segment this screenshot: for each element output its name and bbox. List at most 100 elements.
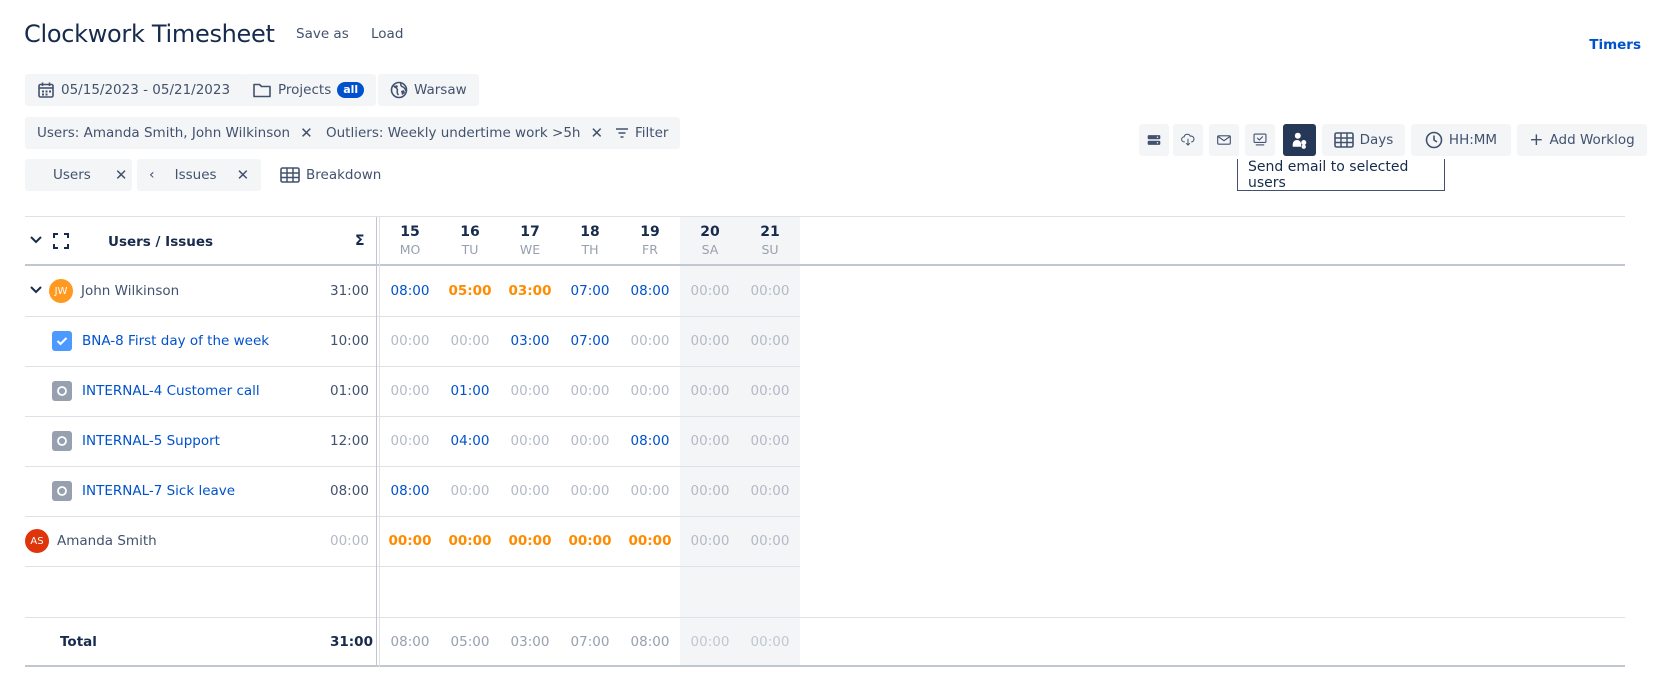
worklog-cell[interactable]: 00:00 (560, 366, 620, 416)
chevron-left-icon[interactable]: ‹ (149, 167, 155, 183)
close-icon[interactable]: ✕ (237, 167, 250, 183)
row-total: 01:00 (330, 383, 369, 399)
load-button[interactable]: Load (371, 26, 403, 42)
total-label: Total (60, 634, 97, 650)
worklog-cell[interactable]: 07:00 (560, 316, 620, 366)
worklog-cell[interactable]: 08:00 (620, 416, 680, 466)
worklog-cell[interactable]: 00:00 (620, 366, 680, 416)
date-range-picker[interactable]: 05/15/2023 - 05/21/2023 (25, 74, 243, 106)
chevron-down-icon[interactable] (29, 283, 43, 299)
worklog-cell[interactable]: 00:00 (560, 416, 620, 466)
worklog-cell[interactable]: 08:00 (380, 266, 440, 316)
close-icon[interactable]: ✕ (590, 125, 603, 141)
worklog-cell[interactable]: 00:00 (740, 366, 800, 416)
send-email-users-button[interactable] (1283, 124, 1316, 156)
worklog-cell[interactable]: 00:00 (380, 316, 440, 366)
worklog-cell[interactable]: 00:00 (500, 366, 560, 416)
worklog-cell[interactable]: 00:00 (380, 516, 440, 566)
add-worklog-button[interactable]: + Add Worklog (1517, 124, 1647, 156)
worklog-cell[interactable]: 00:00 (680, 416, 740, 466)
day-header-21: 21 SU (740, 217, 800, 257)
plus-icon: + (1529, 130, 1544, 150)
timers-link[interactable]: Timers (1589, 37, 1641, 53)
worklog-cell[interactable]: 00:00 (740, 466, 800, 516)
save-as-button[interactable]: Save as (296, 26, 349, 42)
worklog-cell[interactable]: 03:00 (500, 316, 560, 366)
issue-link[interactable]: BNA-8 First day of the week (82, 333, 269, 349)
worklog-cell[interactable]: 01:00 (440, 366, 500, 416)
worklog-cell[interactable]: 08:00 (620, 266, 680, 316)
group-issues-chip[interactable]: ‹ Issues ✕ (137, 159, 261, 191)
user-name[interactable]: Amanda Smith (57, 533, 157, 549)
time-format-button[interactable]: HH:MM (1411, 124, 1511, 156)
worklog-cell[interactable]: 00:00 (560, 466, 620, 516)
worklog-cell[interactable]: 00:00 (620, 516, 680, 566)
table-row: BNA-8 First day of the week 10:00 00:00 00:… (25, 316, 800, 366)
worklog-cell[interactable]: 00:00 (440, 466, 500, 516)
worklog-cell[interactable]: 00:00 (680, 266, 740, 316)
users-filter-chip[interactable]: Users: Amanda Smith, John Wilkinson ✕ (25, 117, 325, 149)
cloud-download-button[interactable] (1173, 124, 1203, 156)
users-icon (1292, 132, 1307, 149)
filter-icon (616, 128, 628, 138)
user-name[interactable]: John Wilkinson (81, 283, 179, 299)
row-total: 00:00 (330, 533, 369, 549)
group-users-chip[interactable]: Users ✕ (25, 159, 132, 191)
day-number: 20 (700, 224, 720, 240)
approval-button[interactable] (1245, 124, 1275, 156)
worklog-cell[interactable]: 00:00 (380, 416, 440, 466)
close-icon[interactable]: ✕ (115, 167, 128, 183)
server-icon-button[interactable] (1139, 124, 1169, 156)
worklog-cell[interactable]: 00:00 (500, 466, 560, 516)
avatar: JW (49, 279, 73, 303)
issue-link[interactable]: INTERNAL-4 Customer call (82, 383, 260, 399)
worklog-cell[interactable]: 00:00 (440, 316, 500, 366)
users-filter-label: Users: Amanda Smith, John Wilkinson (37, 125, 291, 141)
issue-link[interactable]: INTERNAL-7 Sick leave (82, 483, 235, 499)
worklog-cell[interactable]: 00:00 (440, 516, 500, 566)
worklog-cell[interactable]: 00:00 (740, 516, 800, 566)
worklog-cell[interactable]: 07:00 (560, 266, 620, 316)
projects-label: Projects (278, 82, 332, 98)
worklog-cell[interactable]: 08:00 (380, 466, 440, 516)
worklog-cell[interactable]: 04:00 (440, 416, 500, 466)
total-sum: 31:00 (330, 634, 373, 650)
chevron-down-icon[interactable] (29, 233, 43, 249)
breakdown-button[interactable]: Breakdown (268, 159, 393, 191)
worklog-cell[interactable]: 00:00 (740, 416, 800, 466)
circle-issue-icon (52, 431, 72, 451)
days-button[interactable]: Days (1322, 124, 1405, 156)
worklog-cell[interactable]: 00:00 (680, 516, 740, 566)
group-issues-label: Issues (174, 167, 217, 183)
worklog-cell[interactable]: 00:00 (620, 466, 680, 516)
worklog-cell[interactable]: 00:00 (500, 416, 560, 466)
worklog-cell[interactable]: 00:00 (560, 516, 620, 566)
worklog-cell[interactable]: 00:00 (680, 466, 740, 516)
worklog-cell[interactable]: 00:00 (380, 366, 440, 416)
worklog-cell[interactable]: 00:00 (740, 316, 800, 366)
worklog-cell[interactable]: 00:00 (740, 266, 800, 316)
worklog-cell[interactable]: 03:00 (500, 266, 560, 316)
worklog-cell[interactable]: 00:00 (680, 316, 740, 366)
worklog-cell[interactable]: 00:00 (620, 316, 680, 366)
timezone-button[interactable]: Warsaw (378, 74, 479, 106)
worklog-cell[interactable]: 00:00 (680, 366, 740, 416)
total-cell: 08:00 (390, 633, 430, 650)
projects-filter-button[interactable]: Projects all (240, 74, 377, 106)
close-icon[interactable]: ✕ (300, 125, 313, 141)
total-cell: 00:00 (690, 633, 730, 650)
issue-row-label: INTERNAL-4 Customer call (52, 366, 260, 416)
table-icon (280, 167, 300, 183)
issue-link[interactable]: INTERNAL-5 Support (82, 433, 220, 449)
expand-icon[interactable] (53, 233, 69, 253)
days-label: Days (1359, 132, 1394, 148)
filter-button[interactable]: Filter (603, 117, 681, 149)
worklog-cell[interactable]: 05:00 (440, 266, 500, 316)
users-issues-header: Users / Issues (108, 234, 214, 250)
outliers-filter-chip[interactable]: Outliers: Weekly undertime work >5h ✕ (314, 117, 616, 149)
day-number: 21 (760, 224, 780, 240)
email-button[interactable] (1209, 124, 1239, 156)
table-row: AS Amanda Smith 00:00 00:00 00:00 00:00 00:00 0… (25, 516, 800, 566)
breakdown-label: Breakdown (306, 167, 382, 183)
worklog-cell[interactable]: 00:00 (500, 516, 560, 566)
